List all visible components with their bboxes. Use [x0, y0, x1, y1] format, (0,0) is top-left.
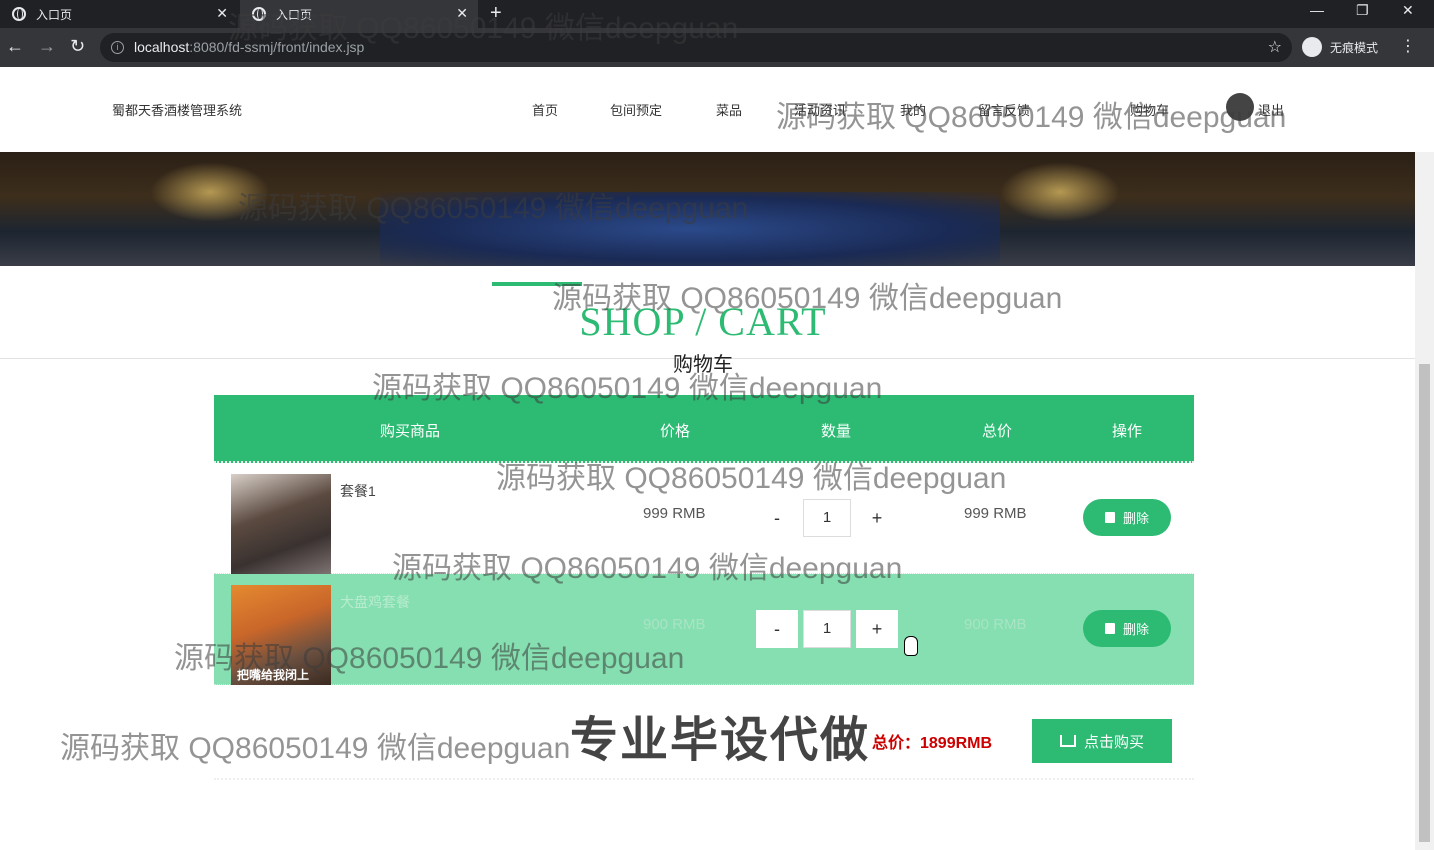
bookmark-star-icon[interactable]: ☆ [1268, 33, 1282, 62]
watermark-promo: 专业毕设代做 [570, 714, 871, 767]
incognito-icon [1302, 37, 1322, 57]
watermark: 源码获取 QQ86050149 微信deepguan [60, 732, 571, 765]
watermark: 源码获取 QQ86050149 微信deepguan [392, 552, 903, 585]
col-total: 总价 [982, 423, 1013, 440]
unit-price: 999 RMB [643, 505, 706, 522]
product-image[interactable] [231, 474, 331, 574]
quantity-input[interactable]: 1 [803, 610, 851, 648]
delete-label: 删除 [1122, 622, 1149, 637]
quantity-input[interactable]: 1 [803, 499, 851, 537]
trash-icon [1104, 623, 1115, 634]
incognito-indicator[interactable]: 无痕模式 [1302, 34, 1378, 60]
line-total: 900 RMB [964, 616, 1027, 633]
reload-icon[interactable]: ↻ [70, 36, 85, 57]
unit-price: 900 RMB [643, 616, 706, 633]
globe-icon [12, 7, 26, 21]
trash-icon [1104, 512, 1115, 523]
increase-button[interactable]: + [856, 499, 898, 537]
incognito-label: 无痕模式 [1330, 40, 1379, 55]
quantity-stepper: - 1 + [756, 610, 898, 648]
checkout-label: 点击购买 [1083, 733, 1144, 751]
decrease-button[interactable]: - [756, 499, 798, 537]
nav-dishes[interactable]: 菜品 [716, 100, 742, 119]
watermark: 源码获取 QQ86050149 微信deepguan [496, 462, 1007, 495]
increase-button[interactable]: + [856, 610, 898, 648]
hand-cursor-icon [904, 636, 918, 656]
tab-title: 入口页 [36, 7, 73, 22]
restore-icon[interactable]: ❐ [1356, 2, 1369, 19]
watermark: 源码获取 QQ86050149 微信deepguan [174, 642, 685, 675]
watermark: 源码获取 QQ86050149 微信deepguan [776, 101, 1287, 134]
watermark: 源码获取 QQ86050149 微信deepguan [228, 12, 739, 45]
scrollbar-thumb[interactable] [1419, 364, 1430, 842]
site-brand[interactable]: 蜀都天香酒楼管理系统 [112, 100, 242, 119]
line-total: 999 RMB [964, 505, 1027, 522]
product-name[interactable]: 大盘鸡套餐 [340, 592, 410, 612]
col-action: 操作 [1112, 423, 1143, 440]
quantity-stepper: - 1 + [756, 499, 898, 537]
checkout-button[interactable]: 点击购买 [1032, 719, 1172, 763]
cart-icon [1059, 735, 1076, 747]
grand-total: 总价：1899RMB [872, 735, 993, 752]
col-qty: 数量 [821, 423, 852, 440]
menu-icon[interactable]: ⋮ [1400, 36, 1416, 56]
watermark: 源码获取 QQ86050149 微信deepguan [372, 372, 883, 405]
nav-room-booking[interactable]: 包间预定 [610, 100, 662, 119]
url-host: localhost [134, 39, 190, 55]
col-price: 价格 [660, 423, 691, 440]
nav-home[interactable]: 首页 [532, 100, 558, 119]
watermark: 源码获取 QQ86050149 微信deepguan [552, 282, 1063, 315]
page-scrollbar[interactable] [1415, 152, 1434, 850]
browser-tab-1[interactable]: 入口页 ✕ [0, 0, 238, 28]
watermark: 源码获取 QQ86050149 微信deepguan [238, 192, 749, 225]
banner-light [1000, 162, 1120, 222]
decrease-button[interactable]: - [756, 610, 798, 648]
window-close-icon[interactable]: ✕ [1402, 2, 1414, 19]
back-icon[interactable]: ← [6, 36, 24, 57]
delete-button[interactable]: 删除 [1083, 499, 1171, 536]
minimize-icon[interactable]: — [1310, 2, 1324, 18]
col-product: 购买商品 [380, 423, 441, 440]
delete-button[interactable]: 删除 [1083, 610, 1171, 647]
info-icon[interactable]: i [111, 41, 124, 54]
forward-icon[interactable]: → [38, 36, 56, 57]
delete-label: 删除 [1122, 511, 1149, 526]
product-name[interactable]: 套餐1 [340, 481, 376, 501]
close-icon[interactable]: ✕ [216, 5, 228, 22]
